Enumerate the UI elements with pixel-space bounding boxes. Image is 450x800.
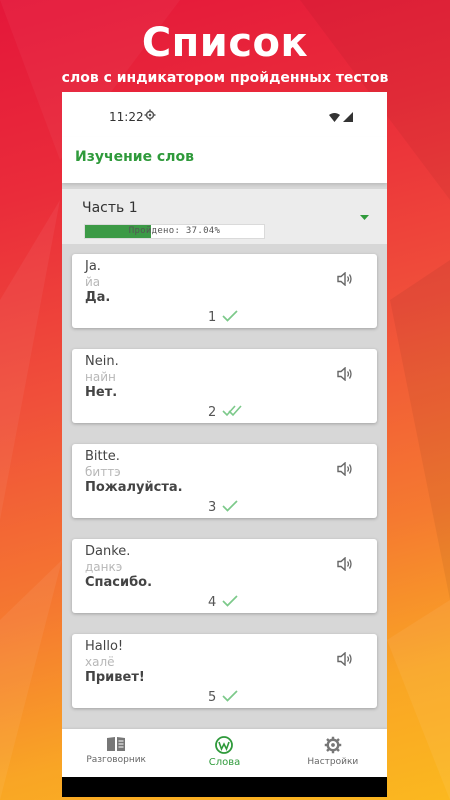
status-time: 11:22 <box>109 110 144 124</box>
promo-title: Список <box>141 20 309 66</box>
word-transcription: халё <box>85 655 115 669</box>
word-card[interactable]: Bitte. биттэ Пожалуйста. 3 <box>72 444 377 518</box>
nav-item-words[interactable]: Слова <box>170 729 278 777</box>
section-header[interactable]: Часть 1 Пройдено: 37.04% <box>62 189 387 244</box>
signal-icon <box>343 112 353 122</box>
word-german: Hallo! <box>85 639 124 654</box>
word-transcription: данкэ <box>85 560 123 574</box>
speaker-icon[interactable] <box>337 652 353 666</box>
word-transcription: йа <box>85 275 101 289</box>
phone-screen: 11:22 Изучение слов Часть 1 Пройдено: 37… <box>62 92 387 797</box>
wifi-icon <box>329 112 340 122</box>
word-german: Bitte. <box>85 449 120 464</box>
word-card[interactable]: Danke. данкэ Спасибо. 4 <box>72 539 377 613</box>
check-icon <box>222 690 238 702</box>
word-russian: Спасибо. <box>85 575 153 590</box>
speaker-icon[interactable] <box>337 272 353 286</box>
gear-icon <box>324 736 342 754</box>
word-card[interactable]: Ja. йа Да. 1 <box>72 254 377 328</box>
wordpress-icon <box>215 736 234 754</box>
word-number: 4 <box>208 595 217 610</box>
word-number: 1 <box>208 310 217 325</box>
speaker-icon[interactable] <box>337 557 353 571</box>
word-number: 3 <box>208 500 217 515</box>
status-bar: 11:22 <box>62 92 387 137</box>
progress-bar: Пройдено: 37.04% <box>84 224 265 239</box>
word-russian: Да. <box>85 290 111 305</box>
word-number: 2 <box>208 405 217 420</box>
gear-icon <box>144 109 156 121</box>
word-german: Danke. <box>85 544 131 559</box>
system-nav-bar <box>62 777 387 797</box>
speaker-icon[interactable] <box>337 367 353 381</box>
word-number: 5 <box>208 690 217 705</box>
check-icon <box>222 595 238 607</box>
nav-label-words: Слова <box>208 757 241 768</box>
nav-label-phrasebook: Разговорник <box>86 755 146 765</box>
promo-subtitle: слов с индикатором пройденных тестов <box>61 70 389 86</box>
nav-item-settings[interactable]: Настройки <box>279 729 387 777</box>
word-german: Nein. <box>85 354 119 369</box>
word-card[interactable]: Hallo! халё Привет! 5 <box>72 634 377 708</box>
section-title: Часть 1 <box>82 200 138 216</box>
word-russian: Пожалуйста. <box>85 480 183 495</box>
nav-item-phrasebook[interactable]: Разговорник <box>62 729 170 777</box>
app-bar: Изучение слов <box>62 137 387 183</box>
word-russian: Нет. <box>85 385 118 400</box>
check-icon <box>222 500 238 512</box>
word-card[interactable]: Nein. найн Нет. 2 <box>72 349 377 423</box>
word-russian: Привет! <box>85 670 145 685</box>
double-check-icon <box>222 405 242 417</box>
chevron-down-icon[interactable] <box>360 215 369 221</box>
book-icon <box>107 737 126 751</box>
nav-label-settings: Настройки <box>307 757 359 767</box>
word-transcription: биттэ <box>85 465 121 479</box>
check-icon <box>222 310 238 322</box>
speaker-icon[interactable] <box>337 462 353 476</box>
status-icons <box>329 112 353 122</box>
word-german: Ja. <box>85 259 101 274</box>
word-transcription: найн <box>85 370 116 384</box>
app-title: Изучение слов <box>75 149 194 165</box>
progress-label: Пройдено: 37.04% <box>128 226 221 236</box>
bottom-nav: Разговорник Слова Настройки <box>62 729 387 777</box>
